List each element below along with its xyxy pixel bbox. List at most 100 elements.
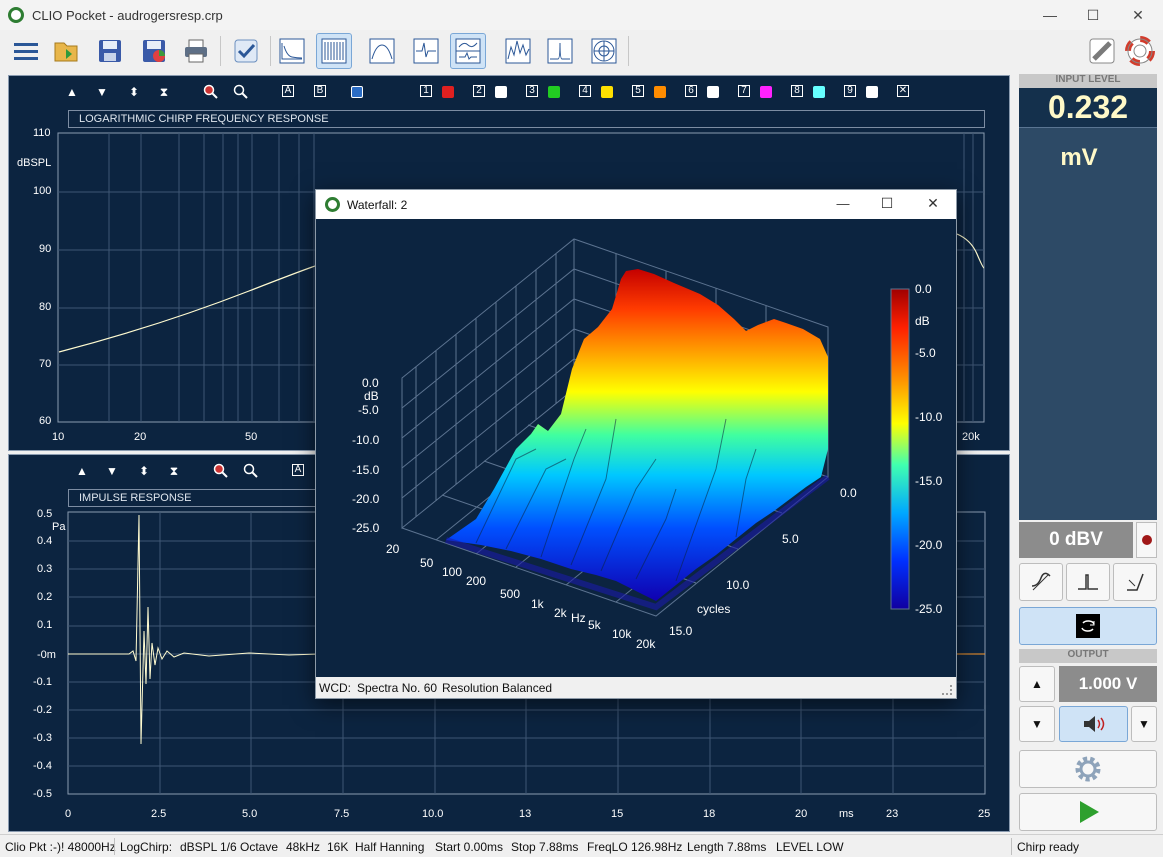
chevron-down-icon: ▼ [1138,717,1150,731]
zoom-in-button[interactable] [213,462,229,480]
db-tick: -10.0 [352,433,380,447]
channel-4-color[interactable] [601,86,613,98]
freq-tick: 10k [612,627,632,641]
minimize-button[interactable]: — [1027,0,1073,30]
zoom-in-button[interactable] [203,83,219,101]
highpass-filter-icon [1031,572,1051,591]
compress-button[interactable]: ⧗ [167,462,181,480]
output-menu-button[interactable]: ▼ [1131,706,1157,742]
channel-1-color[interactable] [442,86,454,98]
x-unit: ms [839,808,854,820]
channel-8-toggle[interactable]: 8 [791,85,803,97]
channel-2-color[interactable] [495,86,507,98]
help-button[interactable] [1122,33,1158,69]
highpass-button[interactable] [1019,563,1063,601]
channel-2-toggle[interactable]: 2 [473,85,485,97]
channel-7-toggle[interactable]: 7 [738,85,750,97]
main-toolbar [0,30,1163,72]
maximize-button[interactable]: ☐ [1070,0,1116,30]
filter-button[interactable] [364,33,400,69]
ruler-button[interactable] [1084,33,1120,69]
expand-button[interactable]: ⬍ [137,462,151,480]
channel-9-color[interactable] [866,86,878,98]
expand-button[interactable]: ⬍ [127,83,141,101]
zoom-out-button[interactable] [243,462,259,480]
waterfall-plot [401,238,910,617]
channel-7-color[interactable] [760,86,772,98]
start-measurement-button[interactable] [1019,793,1157,831]
menu-button[interactable] [8,33,44,69]
peak-button[interactable] [542,33,578,69]
check-button[interactable] [228,33,264,69]
channel-5-color[interactable] [654,86,666,98]
waterfall-window[interactable]: Waterfall: 2 — ☐ ✕ 0.0 dB -5.0 -10.0 -15… [315,189,957,699]
open-button[interactable] [48,33,84,69]
colorbar-tick: -5.0 [915,346,936,360]
impulse-mode-button[interactable] [1066,563,1110,601]
waterfall-title-bar[interactable] [316,190,956,219]
input-range-display[interactable]: 0 dBV [1019,522,1133,558]
x-tick: 10.0 [422,808,444,820]
speaker-toggle-button[interactable] [1059,706,1128,742]
split-view-button[interactable] [450,33,486,69]
status-level: LEVEL LOW [776,840,844,854]
y-tick: 60 [39,415,52,427]
x-tick: 23 [886,808,899,820]
channel-3-toggle[interactable]: 3 [526,85,538,97]
waterfall-maximize-button[interactable]: ☐ [870,195,904,212]
resize-grip-icon[interactable] [942,685,952,695]
waterfall-close-button[interactable]: ✕ [916,195,950,212]
y-tick: -0.2 [33,704,52,716]
waterfall-minimize-button[interactable]: — [826,196,860,211]
channel-8-color[interactable] [813,86,825,98]
clear-channels-button[interactable]: ✕ [897,85,909,97]
save-button[interactable] [92,33,128,69]
resolution-label: Resolution Balanced [442,681,553,695]
compress-button[interactable]: ⧗ [157,83,171,101]
channel-4-toggle[interactable]: 4 [579,85,591,97]
x-tick: 0 [65,808,72,820]
scroll-up-button[interactable]: ▲ [75,462,89,480]
channel-6-color[interactable] [707,86,719,98]
output-down-button[interactable]: ▼ [1019,706,1055,742]
scroll-up-button[interactable]: ▲ [65,83,79,101]
input-level-unit: mV [1060,144,1098,171]
channel-9-toggle[interactable]: 9 [844,85,856,97]
loop-button[interactable] [1019,607,1157,645]
save-as-button[interactable] [136,33,172,69]
button-a[interactable]: A [292,464,304,476]
settings-button[interactable] [1019,750,1157,788]
frequency-response-button[interactable] [274,33,310,69]
slope-button[interactable] [1113,563,1157,601]
spectrogram-button[interactable] [500,33,536,69]
button-b[interactable]: B [314,85,326,97]
cycles-tick: 5.0 [782,532,799,546]
y-tick: -0.5 [33,788,52,800]
polar-button[interactable] [586,33,622,69]
play-icon [1080,801,1099,823]
x-tick: 25 [978,808,991,820]
scroll-down-button[interactable]: ▼ [105,462,119,480]
button-a[interactable]: A [282,85,294,97]
overlay-checkbox[interactable] [351,86,363,98]
x-tick: 2.5 [151,808,167,820]
output-up-button[interactable]: ▲ [1019,666,1055,702]
status-rate: 48kHz [286,840,321,854]
input-level-header: INPUT LEVEL [1019,74,1157,88]
impulse-button[interactable] [408,33,444,69]
close-button[interactable]: ✕ [1115,0,1161,30]
channel-5-toggle[interactable]: 5 [632,85,644,97]
channel-6-toggle[interactable]: 6 [685,85,697,97]
zoom-out-button[interactable] [233,83,249,101]
colorbar-tick: -20.0 [915,538,943,552]
x-tick: 20k [962,431,980,443]
zoom-out-icon [243,463,258,478]
print-button[interactable] [178,33,214,69]
channel-3-color[interactable] [548,86,560,98]
record-button[interactable] [1136,522,1157,558]
db-unit: dB [364,389,379,403]
channel-1-toggle[interactable]: 1 [420,85,432,97]
scroll-down-button[interactable]: ▼ [95,83,109,101]
waterfall-button[interactable] [316,33,352,69]
ruler-icon [1089,38,1115,64]
